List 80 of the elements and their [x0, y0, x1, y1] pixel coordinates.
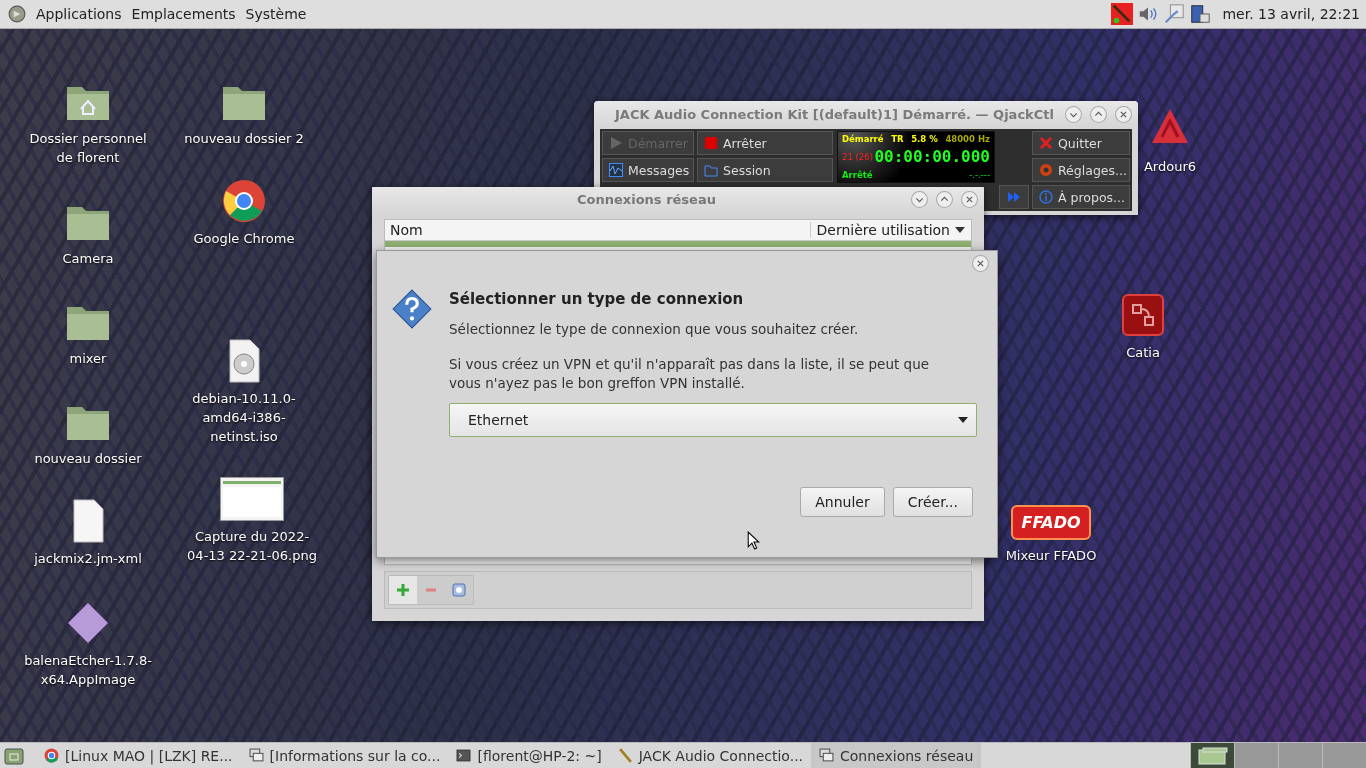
menu-item[interactable]: Emplacements — [127, 4, 240, 24]
connection-type-dropdown[interactable]: Ethernet — [449, 403, 977, 437]
desktop-icon-label: nouveau dossier — [34, 450, 142, 468]
dialog-heading: Sélectionner un type de connexion — [449, 290, 745, 308]
close-icon — [1039, 136, 1053, 150]
taskbar-item[interactable]: Connexions réseau — [811, 743, 982, 768]
desktop-icon-label: Dossier personnel de florent — [28, 130, 148, 167]
dsp-load: 5.8 % — [911, 134, 938, 144]
screenshot-thumbnail[interactable] — [220, 477, 284, 521]
desktop-icon-label: Capture du 2022-04-13 22-21-06.png — [187, 528, 317, 565]
workspace-button[interactable] — [1190, 743, 1234, 768]
desktop-icon-label: Camera — [62, 250, 114, 268]
settings-icon — [1039, 163, 1053, 177]
mouse-pointer-icon — [747, 531, 760, 550]
xrun-count: 21 (26) — [842, 152, 873, 162]
column-header[interactable]: Dernière utilisation — [810, 221, 955, 238]
ffado-logo[interactable]: FFADO — [1011, 505, 1091, 540]
minimize-icon[interactable] — [1065, 105, 1082, 123]
transport-time: 00:00:00.000 — [874, 149, 990, 165]
taskbar-item[interactable]: [florent@HP-2: ~] — [448, 743, 610, 768]
mode-label: TR — [891, 134, 904, 144]
menu-item[interactable]: Système — [241, 4, 311, 24]
bbt-value: -.-.--- — [969, 170, 990, 180]
sort-arrow-icon[interactable] — [955, 226, 965, 233]
taskbar-item[interactable]: [Informations sur la co... — [240, 743, 449, 768]
window-title: JACK Audio Connection Kit [(default)1] Démarré. — QjackCtl — [613, 106, 1055, 122]
maximize-icon[interactable] — [936, 191, 953, 209]
window-title: Connexions réseau — [576, 192, 717, 208]
info-icon — [1039, 190, 1053, 204]
plus-icon — [396, 583, 410, 597]
server-status: Démarré — [842, 134, 884, 144]
jack-button[interactable]: Quitter — [1032, 131, 1130, 155]
play-icon — [609, 136, 623, 150]
jack-button[interactable]: Messages — [602, 158, 694, 182]
terminal-icon — [456, 748, 472, 763]
windows-icon — [819, 748, 835, 763]
windows-icon — [248, 748, 264, 763]
chrome-icon — [44, 748, 59, 763]
taskbar-item[interactable]: JACK Audio Connectio... — [609, 743, 812, 768]
question-icon — [391, 288, 433, 330]
diamond-icon[interactable] — [66, 601, 110, 645]
desktop-icon-label: balenaEtcher-1.7.8-x64.AppImage — [23, 652, 153, 689]
system-logo-icon[interactable] — [8, 5, 26, 23]
sample-rate: 48000 Hz — [945, 134, 990, 144]
catia-icon[interactable] — [1121, 293, 1165, 337]
waveform-icon — [609, 163, 623, 177]
jack-button[interactable]: Arrêter — [697, 131, 833, 155]
jack-button[interactable]: À propos... — [1032, 185, 1130, 209]
dialog-note: Si vous créez un VPN et qu'il n'apparaît pas dans la liste, il se peut que vous n'ayez pas le bon greffon VPN installé. — [449, 355, 930, 393]
close-icon[interactable] — [961, 191, 978, 209]
desktop-icon-label: mixer — [69, 350, 107, 368]
chrome-icon[interactable] — [222, 179, 266, 223]
dialog-text: Sélectionnez le type de connexion que vous souhaitez créer. — [449, 320, 860, 339]
menu-item[interactable]: Applications — [32, 4, 126, 24]
create-button[interactable]: Créer... — [892, 487, 973, 517]
battery-icon[interactable] — [1189, 3, 1212, 25]
desktop-icon-label: Catia — [1126, 344, 1160, 362]
jack-button[interactable]: Session — [697, 158, 833, 182]
desktop-icon-label: jackmix2.jm-xml — [34, 550, 142, 568]
column-header[interactable]: Nom — [385, 221, 811, 238]
close-icon[interactable] — [972, 255, 989, 272]
clock[interactable]: mer. 13 avril, 22:21 — [1222, 6, 1360, 22]
taskbar-item[interactable]: [Linux MAO | [LZK] RE... — [36, 743, 241, 768]
folder-icon — [704, 163, 718, 177]
cancel-button[interactable]: Annuler — [800, 487, 885, 517]
close-icon[interactable] — [1115, 105, 1132, 123]
jack-button[interactable]: Réglages... — [1032, 158, 1130, 182]
dropdown-arrow-icon — [958, 417, 968, 423]
minimize-icon[interactable] — [911, 191, 928, 209]
desktop-icon-label: Mixeur FFADO — [1005, 547, 1097, 565]
show-desktop-icon[interactable] — [4, 746, 24, 765]
transport-state: Arrêté — [842, 170, 873, 180]
maximize-icon[interactable] — [1090, 105, 1107, 123]
stop-icon — [704, 136, 718, 150]
network-icon[interactable] — [1163, 3, 1186, 25]
desktop-icon-label: debian-10.11.0-amd64-i386-netinst.iso — [191, 390, 297, 446]
fast-forward-icon — [1007, 190, 1021, 204]
desktop-icon-label: nouveau dossier 2 — [184, 130, 304, 148]
desktop-icon-label: Google Chrome — [193, 230, 295, 248]
desktop-icon-label: Ardour6 — [1143, 158, 1197, 176]
